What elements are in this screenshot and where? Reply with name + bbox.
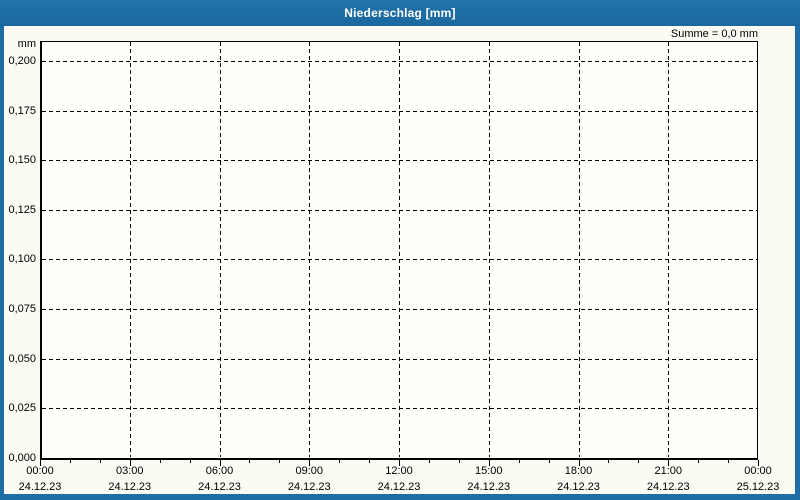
v-gridline	[668, 42, 670, 457]
v-gridline	[309, 42, 311, 457]
y-tick-label: 0,175	[8, 104, 36, 117]
x-minor-tick	[69, 460, 71, 463]
y-tick-label: 0,200	[8, 54, 36, 67]
x-minor-tick	[428, 460, 430, 463]
x-tick-time-label: 03:00	[115, 465, 144, 477]
x-minor-tick	[189, 460, 191, 463]
x-minor-tick	[99, 460, 101, 463]
x-tick-date-label: 24.12.23	[198, 481, 241, 493]
x-tick-time-label: 21:00	[654, 465, 683, 477]
x-minor-tick	[608, 460, 610, 463]
plot-top-border	[40, 41, 758, 42]
v-gridline	[488, 42, 490, 457]
y-tick-label: 0,150	[8, 154, 36, 167]
chart-title-bar: Niederschlag [mm]	[0, 0, 800, 26]
x-minor-tick	[728, 460, 730, 463]
x-minor-tick	[279, 460, 281, 463]
y-tick-label: 0,125	[8, 203, 36, 216]
x-minor-tick	[518, 460, 520, 463]
y-tick-label: 0,025	[8, 402, 36, 415]
x-tick-date-label: 24.12.23	[108, 481, 152, 493]
plot-right-border	[757, 41, 758, 460]
v-gridline	[399, 42, 400, 457]
v-gridline	[219, 42, 221, 457]
x-minor-tick	[339, 460, 341, 463]
v-gridline	[129, 42, 131, 457]
x-tick-date-label: 24.12.23	[646, 481, 690, 493]
y-tick-label: 0,050	[8, 352, 36, 365]
y-tick-label: 0,075	[8, 303, 36, 316]
x-tick-time-label: 06:00	[205, 465, 234, 477]
x-tick-date-label: 24.12.23	[557, 481, 600, 493]
x-minor-tick	[369, 460, 371, 463]
x-minor-tick	[548, 460, 550, 463]
x-tick-date-label: 24.12.23	[18, 481, 62, 493]
x-tick-time-label: 15:00	[474, 465, 503, 477]
x-axis-line	[40, 458, 758, 460]
v-gridline	[578, 42, 580, 457]
x-tick-time-label: 12:00	[385, 465, 413, 477]
x-minor-tick	[638, 460, 640, 463]
x-tick-time-label: 00:00	[744, 465, 772, 477]
chart-title: Niederschlag [mm]	[344, 6, 456, 20]
sum-annotation: Summe = 0,0 mm	[670, 28, 758, 40]
y-axis-line	[40, 41, 42, 460]
x-minor-tick	[249, 460, 251, 463]
x-tick-time-label: 00:00	[26, 465, 54, 477]
x-tick-time-label: 09:00	[295, 465, 324, 477]
y-tick-label: 0,000	[8, 452, 36, 464]
y-axis-unit-label: mm	[17, 38, 36, 50]
x-tick-time-label: 18:00	[564, 465, 593, 477]
x-tick-date-label: 24.12.23	[377, 481, 421, 493]
chart-content-area: Summe = 0,0 mm mm 0,200 0,175 0,150 0,125 0,…	[4, 26, 795, 494]
x-minor-tick	[159, 460, 161, 463]
x-minor-tick	[698, 460, 700, 463]
x-minor-tick	[458, 460, 460, 463]
y-tick-label: 0,100	[8, 253, 36, 266]
x-tick-date-label: 24.12.23	[287, 481, 331, 493]
chart-window: Niederschlag [mm] Summe = 0,0 mm mm 0,20…	[0, 0, 800, 500]
x-tick-date-label: 25.12.23	[736, 481, 780, 493]
x-tick-date-label: 24.12.23	[467, 481, 511, 493]
